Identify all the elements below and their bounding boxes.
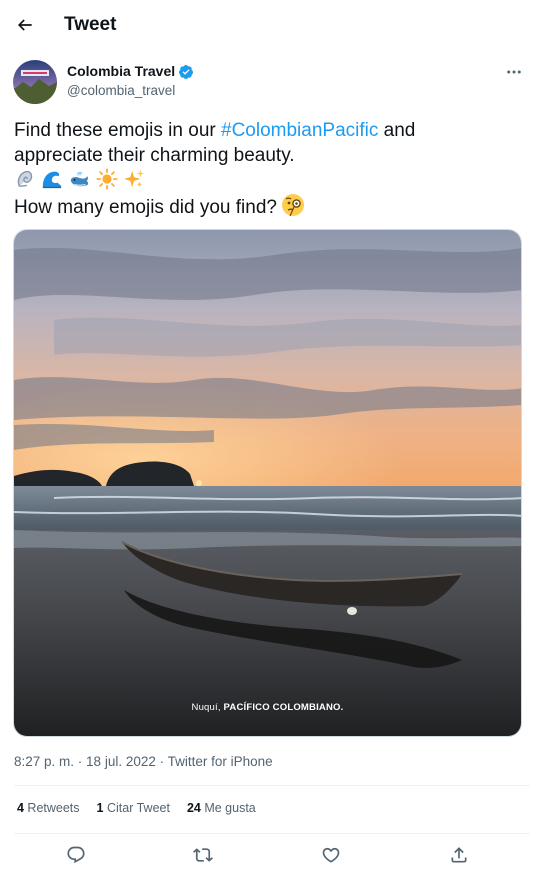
retweets-count: 4: [17, 801, 24, 815]
tweet-line-2: appreciate their charming beauty.: [14, 145, 295, 166]
likes-stat[interactable]: 24 Me gusta: [187, 801, 256, 815]
likes-label: Me gusta: [200, 801, 256, 815]
separator: ·: [74, 754, 87, 769]
water-wave-emoji: [43, 171, 62, 189]
back-button[interactable]: [8, 8, 42, 42]
retweets-label: Retweets: [23, 801, 80, 815]
tweet-source[interactable]: Twitter for iPhone: [168, 754, 273, 769]
more-horizontal-icon: [507, 70, 521, 74]
tweet-actions: [0, 840, 544, 870]
tweet-line-1: Find these emojis in our #ColombianPacif…: [14, 118, 524, 143]
tweet-text-segment: Find these emojis in our: [14, 120, 221, 141]
arrow-left-icon: [17, 19, 32, 31]
tweet-photo[interactable]: Nuquí, PACÍFICO COLOMBIANO.: [13, 229, 522, 737]
share-icon: [451, 847, 467, 863]
page-title: Tweet: [64, 14, 117, 35]
caption-bold: PACÍFICO COLOMBIANO.: [223, 702, 344, 713]
like-button[interactable]: [316, 840, 346, 870]
top-bar: Tweet: [0, 0, 544, 50]
author-name-text: Colombia Travel: [67, 63, 176, 79]
heart-icon: [322, 847, 340, 863]
reply-icon: [67, 846, 85, 864]
divider: [14, 785, 530, 786]
sparkles-emoji: [124, 169, 145, 188]
divider: [14, 833, 530, 834]
quotes-label: Citar Tweet: [103, 801, 170, 815]
author-name[interactable]: Colombia Travel: [67, 63, 194, 80]
quotes-stat[interactable]: 1 Citar Tweet: [97, 801, 170, 815]
verified-badge-icon: [179, 64, 194, 79]
quotes-count: 1: [96, 801, 104, 815]
retweets-stat[interactable]: 4 Retweets: [17, 801, 80, 815]
face-with-monocle-emoji: [281, 194, 304, 217]
spiral-shell-emoji: [17, 170, 33, 188]
photo-caption: Nuquí, PACÍFICO COLOMBIANO.: [14, 702, 521, 713]
beach-sunset-image: [14, 230, 521, 736]
retweet-icon: [193, 848, 213, 862]
author-handle[interactable]: @colombia_travel: [67, 82, 175, 99]
avatar[interactable]: [13, 60, 57, 104]
more-button[interactable]: [500, 60, 528, 84]
spouting-whale-emoji: [70, 171, 88, 187]
sun-emoji: [96, 168, 118, 190]
reply-button[interactable]: [61, 840, 91, 870]
tweet-time[interactable]: 8:27 p. m.: [14, 754, 74, 769]
emoji-row: [14, 168, 524, 193]
retweet-button[interactable]: [188, 840, 218, 870]
separator: ·: [155, 754, 168, 769]
likes-count: 24: [186, 801, 201, 815]
tweet-line-4: How many emojis did you find?: [14, 193, 524, 220]
tweet-date[interactable]: 18 jul. 2022: [86, 754, 156, 769]
caption-place: Nuquí,: [191, 702, 224, 713]
hashtag-link[interactable]: #ColombianPacific: [221, 120, 378, 141]
tweet-text: Find these emojis in our #ColombianPacif…: [14, 118, 524, 220]
tweet-stats: 4 Retweets 1 Citar Tweet 24 Me gusta: [17, 801, 256, 815]
tweet-text-segment: and: [378, 120, 416, 141]
tweet-question: How many emojis did you find?: [14, 197, 277, 218]
share-button[interactable]: [444, 840, 474, 870]
tweet-timestamp: 8:27 p. m. · 18 jul. 2022 · Twitter for …: [14, 753, 273, 770]
